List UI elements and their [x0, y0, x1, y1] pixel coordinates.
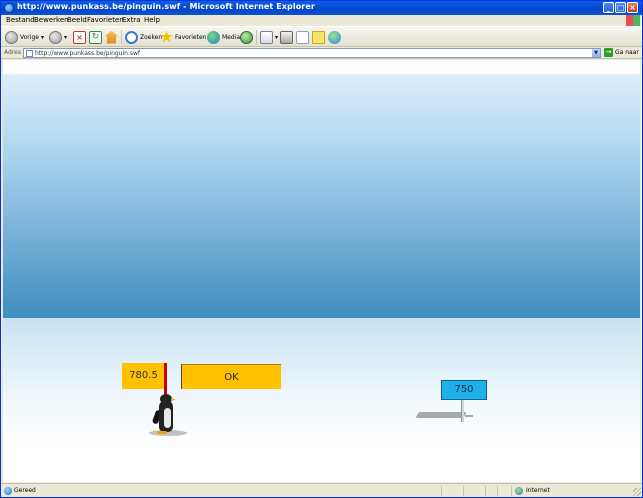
back-label: Vorige	[20, 33, 39, 41]
penguin-belly	[164, 408, 171, 428]
distance-readout: 780.5	[122, 363, 165, 389]
toolbar-separator	[256, 30, 257, 44]
browser-window: http://www.punkass.be/pinguin.swf - Micr…	[0, 0, 643, 498]
penguin-foot	[157, 431, 167, 434]
menu-help[interactable]: Help	[144, 16, 160, 24]
media-label: Media	[222, 33, 241, 41]
favorites-star-icon	[160, 30, 173, 43]
internet-zone-icon	[515, 487, 523, 495]
forward-arrow-icon	[49, 30, 62, 44]
toolbar: Vorige ▾ ▾ × ↻ Zoeken Favorieten Media ▾	[1, 26, 642, 47]
history-icon	[240, 30, 253, 44]
menu-extra[interactable]: Extra	[122, 16, 140, 24]
content-top-strip	[3, 60, 640, 74]
flash-game-area[interactable]: 780.5 OK 750	[3, 60, 640, 482]
address-label: Adres	[4, 49, 21, 56]
status-panel-divider	[497, 486, 498, 496]
favorites-label: Favorieten	[175, 33, 207, 41]
messenger-icon	[328, 30, 341, 44]
ie-icon	[4, 3, 14, 13]
forward-button[interactable]: ▾	[49, 30, 67, 44]
back-dropdown-icon[interactable]: ▾	[41, 34, 44, 41]
penguin-head	[160, 394, 172, 404]
zone-text: Internet	[526, 487, 550, 494]
search-button[interactable]: Zoeken	[125, 30, 162, 44]
refresh-icon: ↻	[89, 30, 102, 44]
home-button[interactable]	[105, 30, 118, 44]
address-input[interactable]	[35, 49, 585, 57]
status-page-icon	[4, 487, 12, 495]
maximize-button[interactable]: □	[615, 2, 626, 13]
snow-ground	[3, 318, 640, 482]
penguin-character	[147, 394, 189, 436]
address-bar: Adres ▼ → Ga naar	[1, 47, 642, 59]
address-field[interactable]: ▼	[23, 48, 601, 58]
close-button[interactable]: ×	[627, 2, 638, 13]
mail-button[interactable]: ▾	[260, 30, 278, 44]
edit-button[interactable]	[296, 30, 309, 44]
status-bar: Gereed Internet	[1, 483, 642, 497]
sign-shadow	[415, 412, 467, 418]
refresh-button[interactable]: ↻	[89, 30, 102, 44]
edit-icon	[296, 30, 309, 44]
menu-bar: Bestand Bewerken Beeld Favorieten Extra …	[1, 15, 642, 26]
media-icon	[207, 30, 220, 44]
status-panel-divider	[441, 486, 442, 496]
minimize-button[interactable]: _	[603, 2, 614, 13]
windows-logo-icon	[626, 15, 640, 26]
menu-bestand[interactable]: Bestand	[6, 16, 35, 24]
history-button[interactable]	[240, 30, 253, 44]
menu-beeld[interactable]: Beeld	[67, 16, 87, 24]
target-signpost	[461, 400, 464, 422]
forward-dropdown-icon[interactable]: ▾	[64, 34, 67, 41]
status-panel-divider	[463, 486, 464, 496]
messenger-button[interactable]	[328, 30, 341, 44]
print-button[interactable]	[280, 30, 293, 44]
menu-bewerken[interactable]: Bewerken	[34, 16, 69, 24]
penguin-beak	[171, 398, 176, 401]
media-button[interactable]: Media	[207, 30, 240, 44]
status-text: Gereed	[14, 487, 36, 494]
stop-icon: ×	[73, 30, 86, 44]
resize-grip[interactable]	[633, 488, 641, 496]
target-distance-sign: 750	[441, 380, 487, 400]
sign-shadow-tail	[465, 415, 473, 417]
note-icon	[312, 30, 325, 44]
home-icon	[105, 30, 118, 44]
back-arrow-icon	[5, 30, 18, 44]
search-label: Zoeken	[140, 33, 163, 41]
title-bar[interactable]: http://www.punkass.be/pinguin.swf - Micr…	[1, 1, 642, 15]
status-panel-divider	[511, 486, 512, 496]
status-panel-divider	[485, 486, 486, 496]
mail-dropdown-icon[interactable]: ▾	[275, 34, 278, 41]
go-button[interactable]: → Ga naar	[604, 48, 639, 57]
printer-icon	[280, 30, 293, 44]
favorites-button[interactable]: Favorieten	[160, 30, 206, 44]
page-icon	[26, 50, 33, 57]
mail-icon	[260, 30, 273, 44]
ok-button[interactable]: OK	[181, 364, 281, 389]
search-icon	[125, 30, 138, 44]
stop-button[interactable]: ×	[73, 30, 86, 44]
window-title: http://www.punkass.be/pinguin.swf - Micr…	[17, 2, 315, 11]
discuss-button[interactable]	[312, 30, 325, 44]
go-arrow-icon: →	[604, 48, 613, 57]
go-label: Ga naar	[615, 49, 639, 56]
sky-background	[3, 74, 640, 318]
toolbar-separator	[121, 30, 122, 44]
back-button[interactable]: Vorige ▾	[5, 30, 44, 44]
menu-favorieten[interactable]: Favorieten	[87, 16, 124, 24]
address-dropdown-icon[interactable]: ▼	[592, 49, 600, 57]
